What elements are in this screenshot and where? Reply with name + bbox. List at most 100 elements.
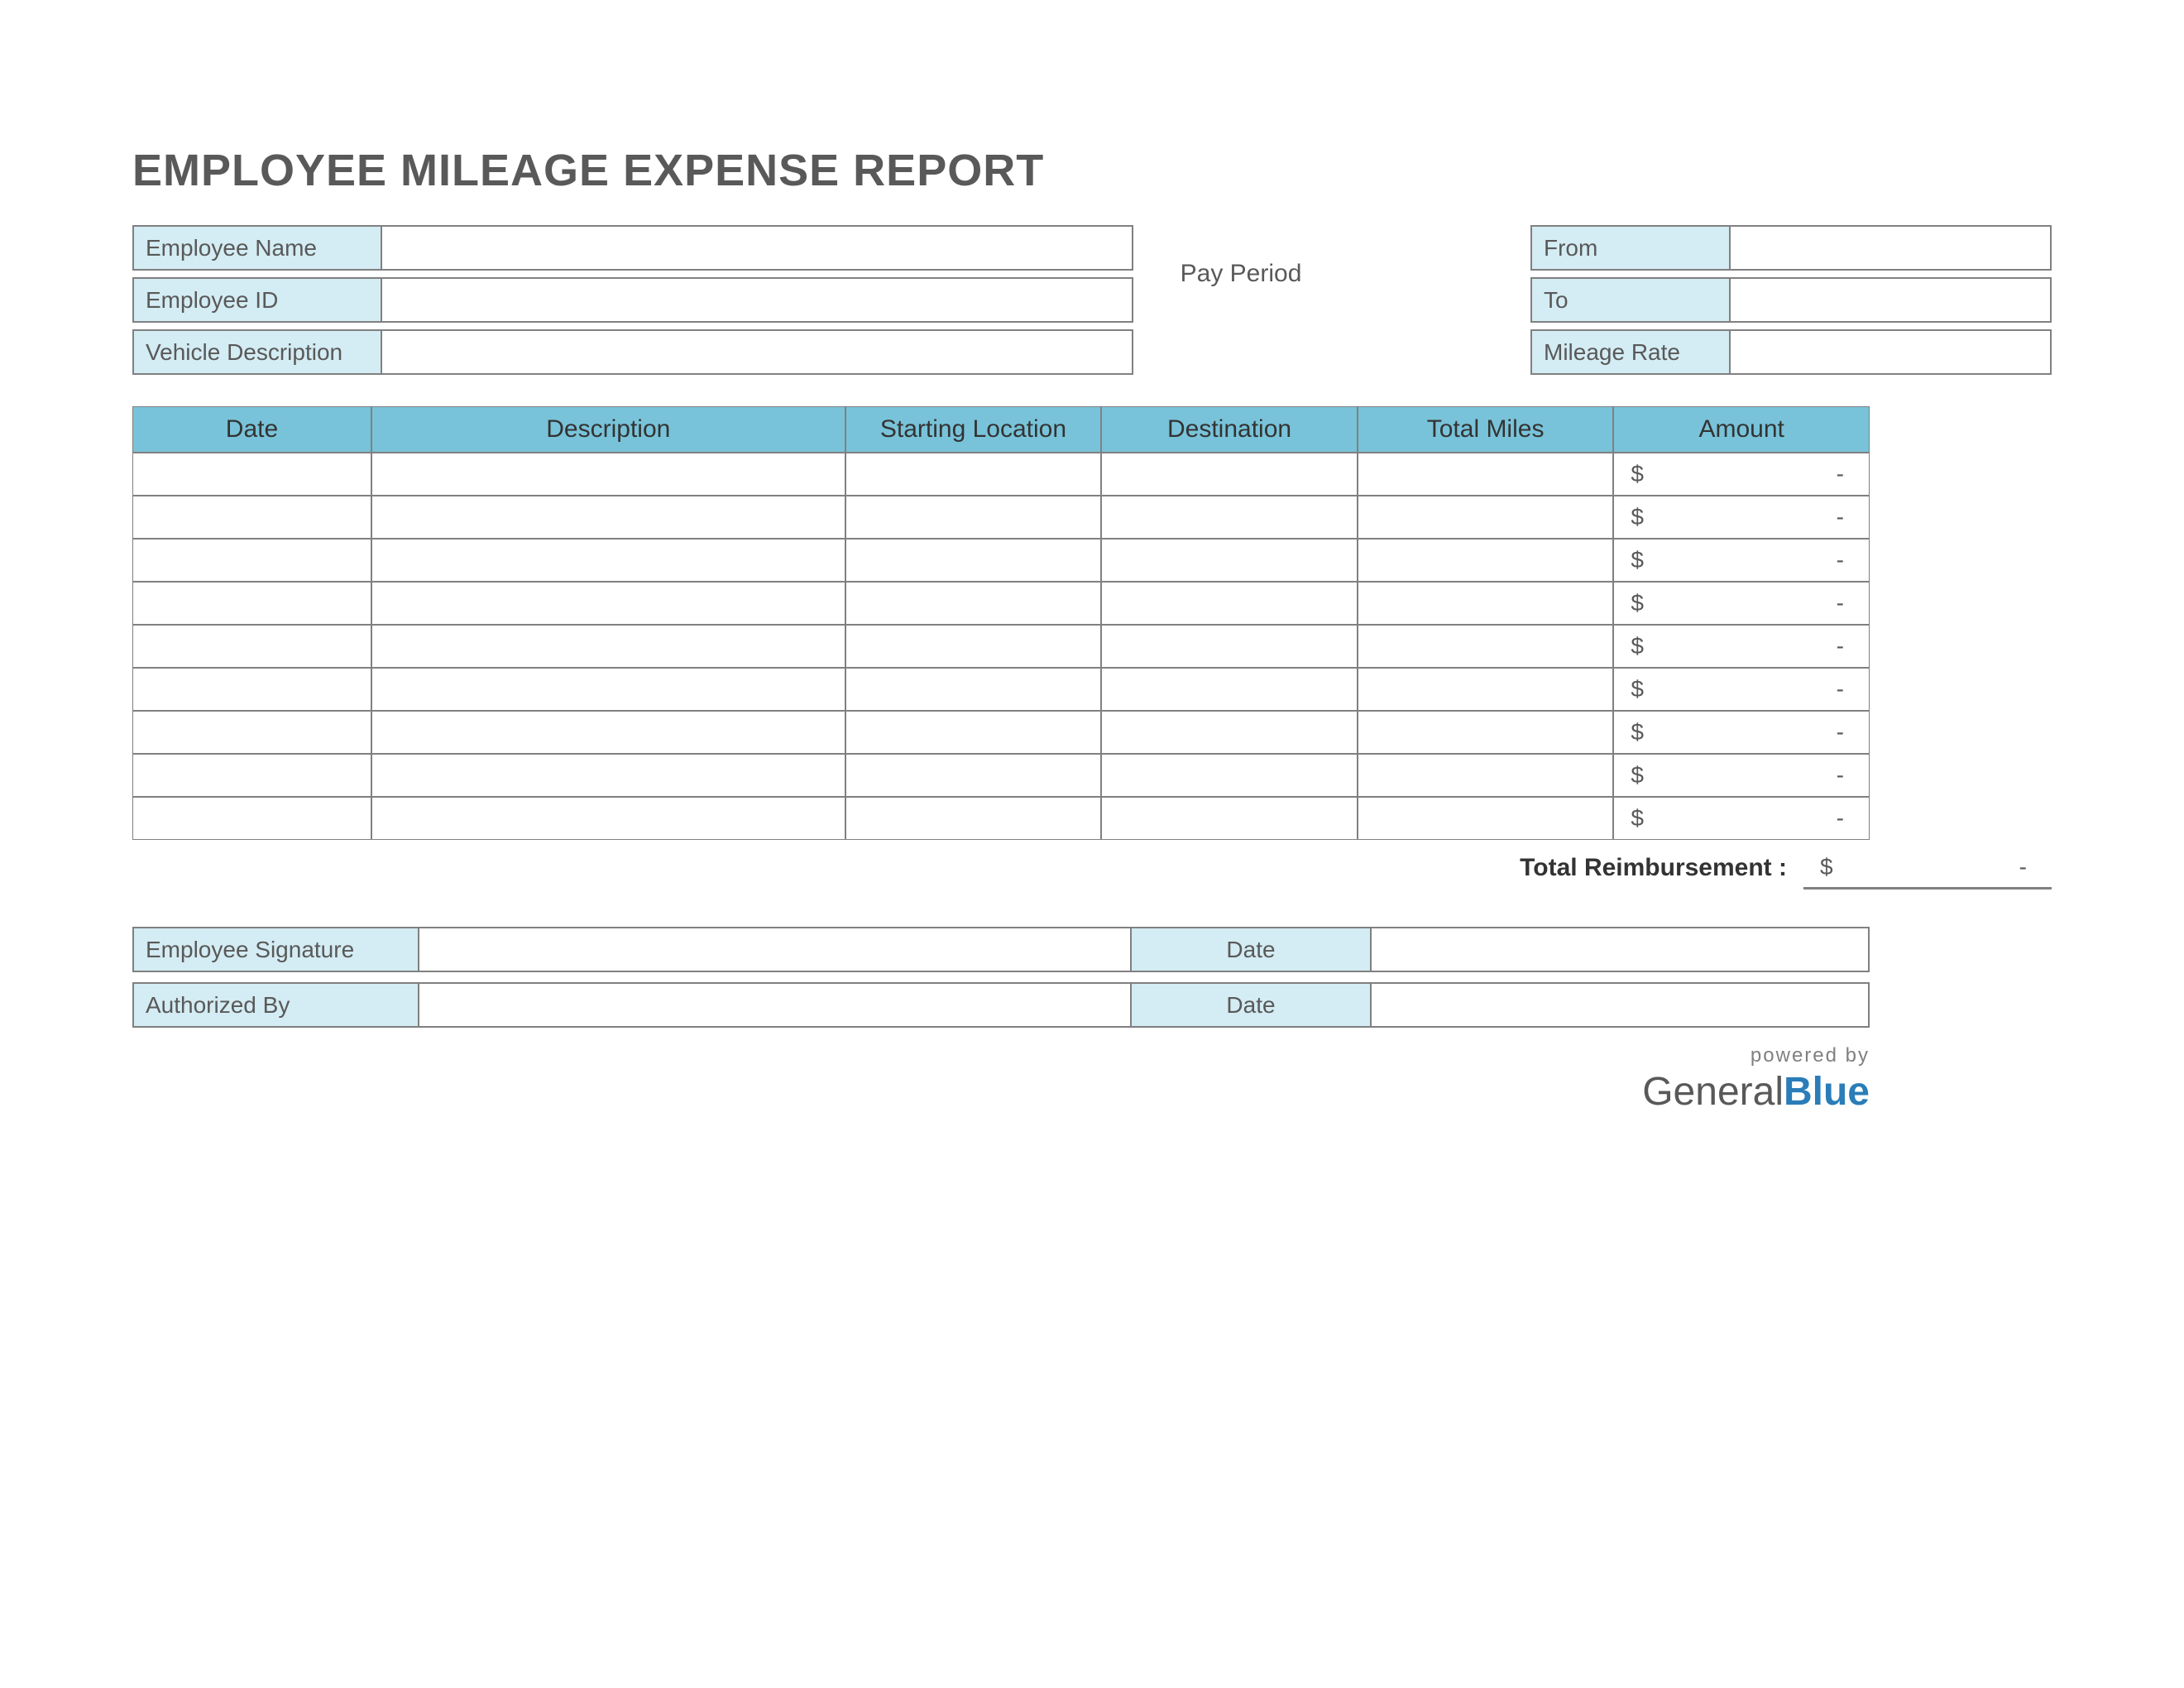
mileage-rate-value[interactable] bbox=[1731, 331, 2050, 373]
amount-value: - bbox=[1837, 504, 1844, 530]
from-value[interactable] bbox=[1731, 227, 2050, 269]
cell-date[interactable] bbox=[132, 625, 371, 668]
cell-destination[interactable] bbox=[1101, 582, 1358, 625]
amount-value: - bbox=[1837, 719, 1844, 746]
table-row[interactable]: $- bbox=[132, 496, 1870, 539]
cell-total-miles[interactable] bbox=[1358, 711, 1614, 754]
cell-date[interactable] bbox=[132, 582, 371, 625]
cell-destination[interactable] bbox=[1101, 754, 1358, 797]
cell-amount[interactable]: $- bbox=[1613, 496, 1870, 539]
cell-total-miles[interactable] bbox=[1358, 625, 1614, 668]
cell-total-miles[interactable] bbox=[1358, 797, 1614, 840]
employee-signature-value[interactable] bbox=[419, 928, 1132, 971]
mileage-table: Date Description Starting Location Desti… bbox=[132, 406, 1870, 840]
pay-period-label: Pay Period bbox=[1133, 225, 1348, 288]
cell-destination[interactable] bbox=[1101, 797, 1358, 840]
cell-date[interactable] bbox=[132, 539, 371, 582]
brand-general: General bbox=[1642, 1070, 1784, 1114]
cell-description[interactable] bbox=[371, 711, 845, 754]
employee-signature-row[interactable]: Employee Signature Date bbox=[132, 927, 1870, 972]
cell-total-miles[interactable] bbox=[1358, 668, 1614, 711]
cell-total-miles[interactable] bbox=[1358, 453, 1614, 496]
to-field[interactable]: To bbox=[1530, 277, 2052, 323]
employee-signature-date-value[interactable] bbox=[1372, 928, 1868, 971]
employee-signature-date-label: Date bbox=[1132, 928, 1372, 971]
cell-description[interactable] bbox=[371, 453, 845, 496]
employee-name-field[interactable]: Employee Name bbox=[132, 225, 1133, 271]
vehicle-description-value[interactable] bbox=[382, 331, 1132, 373]
col-date-header: Date bbox=[132, 406, 371, 453]
table-row[interactable]: $- bbox=[132, 539, 1870, 582]
cell-starting-location[interactable] bbox=[845, 797, 1102, 840]
cell-destination[interactable] bbox=[1101, 711, 1358, 754]
employee-name-label: Employee Name bbox=[134, 227, 382, 269]
cell-date[interactable] bbox=[132, 453, 371, 496]
cell-date[interactable] bbox=[132, 668, 371, 711]
authorized-by-label: Authorized By bbox=[134, 984, 419, 1026]
employee-id-field[interactable]: Employee ID bbox=[132, 277, 1133, 323]
cell-date[interactable] bbox=[132, 711, 371, 754]
amount-value: - bbox=[1837, 633, 1844, 659]
amount-currency: $ bbox=[1631, 805, 1644, 832]
cell-starting-location[interactable] bbox=[845, 754, 1102, 797]
cell-destination[interactable] bbox=[1101, 539, 1358, 582]
cell-starting-location[interactable] bbox=[845, 668, 1102, 711]
cell-starting-location[interactable] bbox=[845, 453, 1102, 496]
cell-description[interactable] bbox=[371, 625, 845, 668]
cell-description[interactable] bbox=[371, 582, 845, 625]
cell-starting-location[interactable] bbox=[845, 711, 1102, 754]
cell-starting-location[interactable] bbox=[845, 496, 1102, 539]
col-description-header: Description bbox=[371, 406, 845, 453]
signature-block: Employee Signature Date Authorized By Da… bbox=[132, 927, 1870, 1028]
cell-amount[interactable]: $- bbox=[1613, 797, 1870, 840]
cell-description[interactable] bbox=[371, 496, 845, 539]
employee-name-value[interactable] bbox=[382, 227, 1132, 269]
cell-amount[interactable]: $- bbox=[1613, 453, 1870, 496]
cell-total-miles[interactable] bbox=[1358, 582, 1614, 625]
cell-amount[interactable]: $- bbox=[1613, 711, 1870, 754]
table-row[interactable]: $- bbox=[132, 711, 1870, 754]
cell-date[interactable] bbox=[132, 754, 371, 797]
cell-amount[interactable]: $- bbox=[1613, 625, 1870, 668]
cell-destination[interactable] bbox=[1101, 496, 1358, 539]
cell-total-miles[interactable] bbox=[1358, 496, 1614, 539]
table-row[interactable]: $- bbox=[132, 453, 1870, 496]
cell-total-miles[interactable] bbox=[1358, 754, 1614, 797]
mileage-rate-field[interactable]: Mileage Rate bbox=[1530, 329, 2052, 375]
col-starting-location-header: Starting Location bbox=[845, 406, 1102, 453]
cell-destination[interactable] bbox=[1101, 668, 1358, 711]
amount-value: - bbox=[1837, 461, 1844, 487]
authorized-by-date-label: Date bbox=[1132, 984, 1372, 1026]
cell-date[interactable] bbox=[132, 797, 371, 840]
authorized-by-date-value[interactable] bbox=[1372, 984, 1868, 1026]
cell-starting-location[interactable] bbox=[845, 582, 1102, 625]
cell-amount[interactable]: $- bbox=[1613, 539, 1870, 582]
employee-id-value[interactable] bbox=[382, 279, 1132, 321]
cell-description[interactable] bbox=[371, 797, 845, 840]
cell-starting-location[interactable] bbox=[845, 625, 1102, 668]
table-row[interactable]: $- bbox=[132, 668, 1870, 711]
amount-currency: $ bbox=[1631, 719, 1644, 746]
cell-amount[interactable]: $- bbox=[1613, 668, 1870, 711]
cell-destination[interactable] bbox=[1101, 453, 1358, 496]
table-row[interactable]: $- bbox=[132, 797, 1870, 840]
authorized-by-row[interactable]: Authorized By Date bbox=[132, 982, 1870, 1028]
cell-description[interactable] bbox=[371, 539, 845, 582]
table-row[interactable]: $- bbox=[132, 754, 1870, 797]
cell-description[interactable] bbox=[371, 754, 845, 797]
cell-total-miles[interactable] bbox=[1358, 539, 1614, 582]
from-field[interactable]: From bbox=[1530, 225, 2052, 271]
authorized-by-value[interactable] bbox=[419, 984, 1132, 1026]
cell-starting-location[interactable] bbox=[845, 539, 1102, 582]
footer: powered by GeneralBlue bbox=[132, 1044, 1870, 1115]
cell-destination[interactable] bbox=[1101, 625, 1358, 668]
vehicle-description-field[interactable]: Vehicle Description bbox=[132, 329, 1133, 375]
cell-amount[interactable]: $- bbox=[1613, 582, 1870, 625]
table-row[interactable]: $- bbox=[132, 625, 1870, 668]
cell-amount[interactable]: $- bbox=[1613, 754, 1870, 797]
to-value[interactable] bbox=[1731, 279, 2050, 321]
table-row[interactable]: $- bbox=[132, 582, 1870, 625]
amount-value: - bbox=[1837, 547, 1844, 573]
cell-date[interactable] bbox=[132, 496, 371, 539]
cell-description[interactable] bbox=[371, 668, 845, 711]
